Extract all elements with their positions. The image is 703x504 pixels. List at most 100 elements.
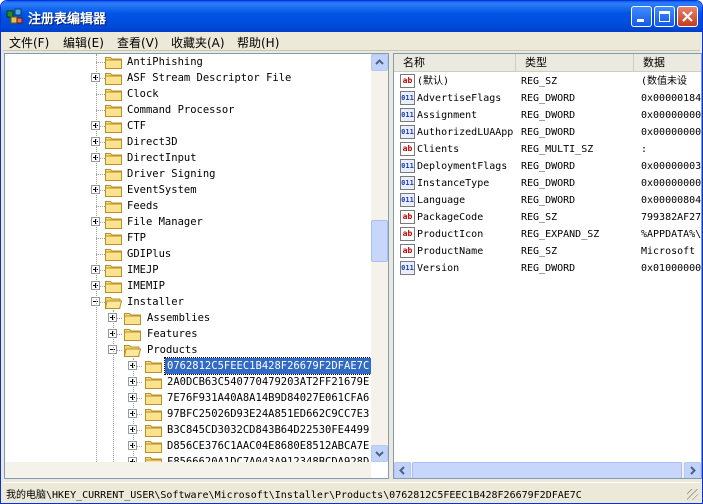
folder-icon <box>105 121 122 133</box>
tree-node[interactable]: IMEJP <box>5 262 371 278</box>
column-type[interactable]: 类型 <box>516 54 634 72</box>
registry-values-pane[interactable]: 名称 类型 数据 ab (默认) REG_SZ (数值未设 011 AdvertiseFl… <box>393 53 702 479</box>
value-row[interactable]: 011 AdvertiseFlags REG_DWORD 0x00000184 <box>398 90 701 107</box>
value-row[interactable]: ab (默认) REG_SZ (数值未设 <box>398 73 698 90</box>
tree-node[interactable]: EventSystem <box>5 182 371 198</box>
tree-node[interactable]: AntiPhishing <box>5 54 371 70</box>
value-row[interactable]: 011 Language REG_DWORD 0x00000804 <box>398 192 702 209</box>
value-row[interactable]: ab ProductName REG_SZ Microsoft <box>398 243 698 260</box>
tree-scroll-thumb[interactable] <box>371 220 388 262</box>
folder-icon <box>145 441 162 453</box>
menu-edit[interactable]: 编辑(E) <box>63 34 104 51</box>
tree-node[interactable]: 2A0DCB63C540770479203AT2FF21679E <box>5 374 371 390</box>
string-value-icon: ab <box>400 244 415 258</box>
menu-favorites[interactable]: 收藏夹(A) <box>171 34 225 51</box>
tree-node[interactable]: B3C845CD3032CD843B64D22530FE4499 <box>5 422 371 438</box>
binary-value-icon: 011 <box>400 108 415 122</box>
scroll-left-button[interactable] <box>394 462 411 478</box>
value-row[interactable]: 011 InstanceType REG_DWORD 0x00000000 <box>398 175 701 192</box>
folder-icon <box>124 313 141 325</box>
value-name: Version <box>417 263 460 274</box>
value-type: REG_MULTI_SZ <box>521 144 594 155</box>
value-data: Microsoft <box>641 246 696 257</box>
folder-icon <box>145 377 162 389</box>
value-row[interactable]: 011 Version REG_DWORD 0x01000000 <box>398 260 702 277</box>
registry-tree-pane[interactable]: AntiPhishing ASF Stream Descriptor File Cl… <box>4 53 389 479</box>
values-scroll-thumb[interactable] <box>412 462 682 478</box>
value-data: 0x01000000 <box>641 263 702 274</box>
tree-node[interactable]: GDIPlus <box>5 246 371 262</box>
tree-node[interactable]: FTP <box>5 230 371 246</box>
minimize-button[interactable] <box>631 6 652 27</box>
menu-file[interactable]: 文件(F) <box>9 34 49 51</box>
value-data: 0x00000000 <box>641 110 702 121</box>
title-bar[interactable]: 注册表编辑器 <box>1 1 702 32</box>
value-row[interactable]: ab PackageCode REG_SZ 799382AF27 <box>398 209 701 226</box>
value-type: REG_EXPAND_SZ <box>521 229 600 240</box>
value-data: 0x00000000 <box>641 127 702 138</box>
binary-value-icon: 011 <box>400 176 415 190</box>
tree-node-label: Features <box>147 328 198 340</box>
tree-node[interactable]: IMEMIP <box>5 278 371 294</box>
folder-icon <box>105 73 122 85</box>
folder-icon <box>105 265 122 277</box>
value-row[interactable]: 011 AuthorizedLUAApp REG_DWORD 0x00000000 <box>398 124 702 141</box>
tree-node[interactable]: D856CE376C1AAC04E8680E8512ABCA7E <box>5 438 371 454</box>
tree-node[interactable]: CTF <box>5 118 371 134</box>
value-type: REG_DWORD <box>521 127 576 138</box>
tree-node-label: IMEJP <box>127 264 159 276</box>
tree-node-label: AntiPhishing <box>127 56 203 68</box>
menu-bar: 文件(F) 编辑(E) 查看(V) 收藏夹(A) 帮助(H) <box>3 32 700 51</box>
scroll-right-button[interactable] <box>684 462 701 478</box>
folder-icon <box>145 409 162 421</box>
value-name: AdvertiseFlags <box>417 93 502 104</box>
menu-help[interactable]: 帮助(H) <box>237 34 279 51</box>
tree-node[interactable]: Features <box>5 326 371 342</box>
tree-node[interactable]: DirectInput <box>5 150 371 166</box>
column-name[interactable]: 名称 <box>394 54 516 72</box>
values-horizontal-scrollbar[interactable] <box>394 462 701 478</box>
value-row[interactable]: ab ProductIcon REG_EXPAND_SZ %APPDATA%\ <box>398 226 701 243</box>
value-type: REG_SZ <box>521 212 558 223</box>
folder-icon <box>105 249 122 261</box>
menu-view[interactable]: 查看(V) <box>117 34 159 51</box>
scroll-down-button[interactable] <box>371 445 388 462</box>
value-name: Clients <box>417 144 460 155</box>
tree-node[interactable]: Installer <box>5 294 371 310</box>
list-column-header: 名称 类型 数据 <box>394 54 701 72</box>
value-row[interactable]: 011 Assignment REG_DWORD 0x00000000 <box>398 107 702 124</box>
close-button[interactable] <box>677 6 698 27</box>
tree-node[interactable]: 7E76F931A40A8A14B9D84027E061CFA6 <box>5 390 371 406</box>
folder-icon <box>105 105 122 117</box>
tree-node[interactable]: File Manager <box>5 214 371 230</box>
tree-node-label: GDIPlus <box>127 248 172 260</box>
tree-node[interactable]: 97BFC25026D93E24A851ED662C9CC7E3 <box>5 406 371 422</box>
value-type: REG_DWORD <box>521 110 576 121</box>
value-row[interactable]: 011 DeploymentFlags REG_DWORD 0x00000003 <box>398 158 701 175</box>
registry-editor-window: 注册表编辑器 文件(F) 编辑(E) 查看(V) 收藏夹(A) 帮助(H) An… <box>0 0 703 504</box>
value-name: PackageCode <box>417 212 484 223</box>
tree-node[interactable]: Assemblies <box>5 310 371 326</box>
tree-node[interactable]: ASF Stream Descriptor File <box>5 70 371 86</box>
tree-node[interactable]: Direct3D <box>5 134 371 150</box>
value-row[interactable]: ab Clients REG_MULTI_SZ: <box>398 141 698 158</box>
tree-node[interactable]: Feeds <box>5 198 371 214</box>
tree-node-label: Command Processor <box>127 104 235 116</box>
tree-connector <box>96 254 105 255</box>
value-name: ProductName <box>417 246 484 257</box>
tree-vertical-scrollbar[interactable] <box>371 54 388 462</box>
column-data[interactable]: 数据 <box>634 54 701 72</box>
value-type: REG_DWORD <box>521 161 576 172</box>
tree-node[interactable]: Clock <box>5 86 371 102</box>
tree-horizontal-scrollbar[interactable] <box>5 462 371 478</box>
tree-node[interactable]: 0762812C5FEEC1B428F26679F2DFAE7C <box>5 357 373 375</box>
tree-node[interactable]: Driver Signing <box>5 166 371 182</box>
tree-node-label: Products <box>147 344 198 356</box>
folder-icon <box>105 153 122 165</box>
resize-grip-icon[interactable] <box>687 489 698 500</box>
maximize-button[interactable] <box>654 6 675 27</box>
tree-node[interactable]: Command Processor <box>5 102 371 118</box>
scroll-up-button[interactable] <box>371 54 388 71</box>
tree-node[interactable]: Products <box>5 342 371 358</box>
value-data: 0x00000804 <box>641 195 702 206</box>
